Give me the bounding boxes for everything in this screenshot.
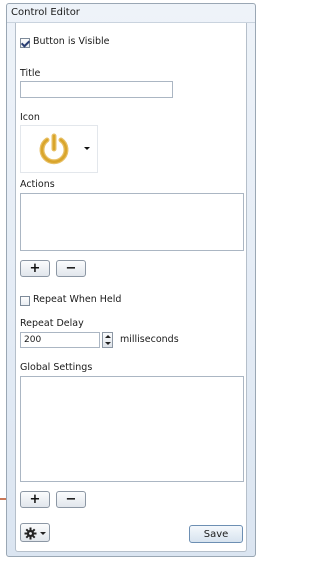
- save-button[interactable]: Save: [189, 525, 243, 543]
- repeat-delay-input[interactable]: 200: [20, 332, 100, 348]
- actions-list[interactable]: [20, 193, 244, 251]
- repeat-label: Repeat When Held: [33, 294, 122, 305]
- gear-icon: [24, 527, 37, 540]
- actions-label: Actions: [20, 179, 55, 190]
- chevron-down-icon: [40, 532, 46, 535]
- add-label: +: [29, 261, 41, 276]
- add-label: +: [29, 492, 41, 507]
- repeat-delay-unit: milliseconds: [120, 334, 179, 345]
- chevron-down-icon: [84, 147, 90, 150]
- global-remove-button[interactable]: −: [56, 491, 86, 508]
- control-editor-window: Control Editor Button is Visible Title I…: [6, 3, 256, 557]
- visible-label: Button is Visible: [33, 36, 110, 47]
- icon-picker[interactable]: [20, 125, 98, 173]
- visible-checkbox[interactable]: [20, 38, 30, 48]
- remove-label: −: [65, 261, 77, 276]
- save-label: Save: [203, 528, 229, 540]
- remove-label: −: [65, 492, 77, 507]
- actions-remove-button[interactable]: −: [56, 260, 86, 277]
- editor-panel: Button is Visible Title Icon Actions + −…: [15, 23, 247, 552]
- power-icon: [39, 133, 69, 165]
- actions-add-button[interactable]: +: [20, 260, 50, 277]
- repeat-delay-stepper[interactable]: [102, 332, 113, 348]
- stepper-up-icon: [105, 335, 111, 338]
- repeat-delay-label: Repeat Delay: [20, 318, 84, 329]
- repeat-checkbox[interactable]: [20, 296, 30, 306]
- title-input[interactable]: [20, 81, 173, 98]
- global-add-button[interactable]: +: [20, 491, 50, 508]
- stepper-down-icon: [105, 342, 111, 345]
- settings-menu-button[interactable]: [20, 523, 50, 542]
- global-settings-list[interactable]: [20, 376, 244, 482]
- repeat-delay-value: 200: [24, 335, 42, 345]
- global-settings-label: Global Settings: [20, 362, 93, 373]
- icon-label: Icon: [20, 112, 40, 123]
- title-bar: Control Editor: [7, 4, 255, 23]
- window-title: Control Editor: [11, 7, 80, 18]
- title-label: Title: [20, 68, 41, 79]
